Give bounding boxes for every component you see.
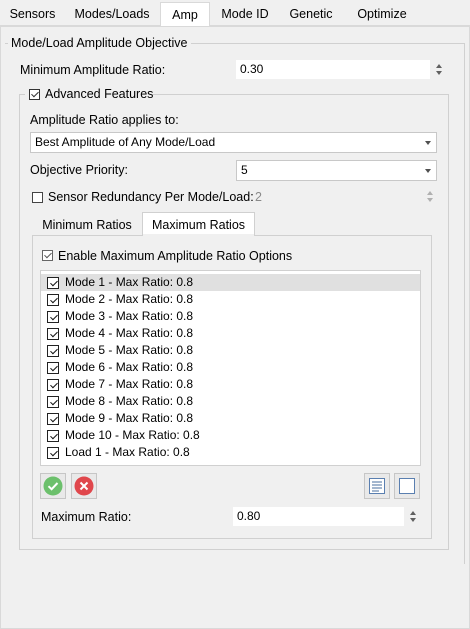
list-item[interactable]: Mode 10 - Max Ratio: 0.8 xyxy=(41,427,420,444)
enable-max-ratio-label: Enable Maximum Amplitude Ratio Options xyxy=(58,249,293,263)
active-subtab-joiner xyxy=(143,234,254,236)
list-item-checkbox[interactable] xyxy=(47,311,59,323)
list-item-checkbox[interactable] xyxy=(47,345,59,357)
sensor-redundancy-value[interactable]: 2 xyxy=(255,190,262,204)
list-item-label: Mode 9 - Max Ratio: 0.8 xyxy=(65,411,194,425)
list-item-checkbox[interactable] xyxy=(47,430,59,442)
sensor-redundancy-label: Sensor Redundancy Per Mode/Load: xyxy=(48,190,254,204)
x-circle-icon xyxy=(74,476,94,496)
advanced-header: Advanced Features xyxy=(25,86,154,102)
list-item-label: Load 1 - Max Ratio: 0.8 xyxy=(65,445,190,459)
reject-button[interactable] xyxy=(71,473,97,499)
list-item-checkbox[interactable] xyxy=(47,294,59,306)
list-item-label: Mode 1 - Max Ratio: 0.8 xyxy=(65,275,194,289)
applies-to-dropdown[interactable]: Best Amplitude of Any Mode/Load xyxy=(30,132,437,153)
applies-to-label: Amplitude Ratio applies to: xyxy=(30,113,179,127)
sensor-redundancy-spinner[interactable] xyxy=(425,187,435,206)
list-item[interactable]: Mode 6 - Max Ratio: 0.8 xyxy=(41,359,420,376)
list-item-checkbox[interactable] xyxy=(47,413,59,425)
advanced-features-checkbox[interactable] xyxy=(29,89,40,100)
list-item-checkbox[interactable] xyxy=(47,447,59,459)
check-circle-icon xyxy=(43,476,63,496)
min-amp-ratio-input[interactable]: 0.30 xyxy=(236,60,430,79)
tab-optimize[interactable]: Optimize xyxy=(346,4,418,25)
list-item-label: Mode 6 - Max Ratio: 0.8 xyxy=(65,360,194,374)
chevron-down-icon xyxy=(425,141,431,145)
list-item[interactable]: Mode 7 - Max Ratio: 0.8 xyxy=(41,376,420,393)
list-item[interactable]: Mode 2 - Max Ratio: 0.8 xyxy=(41,291,420,308)
subtab-maximum-ratios[interactable]: Maximum Ratios xyxy=(142,212,255,236)
list-item[interactable]: Load 1 - Max Ratio: 0.8 xyxy=(41,444,420,461)
tab-amp[interactable]: Amp xyxy=(160,2,210,26)
max-ratio-label: Maximum Ratio: xyxy=(41,510,132,524)
list-item[interactable]: Mode 8 - Max Ratio: 0.8 xyxy=(41,393,420,410)
spin-up-icon[interactable] xyxy=(410,511,416,515)
checked-list-icon xyxy=(369,478,385,494)
select-all-button[interactable] xyxy=(364,473,390,499)
list-item-checkbox[interactable] xyxy=(47,379,59,391)
list-item-label: Mode 5 - Max Ratio: 0.8 xyxy=(65,343,194,357)
spin-up-icon[interactable] xyxy=(427,191,433,195)
tab-genetic[interactable]: Genetic xyxy=(280,4,342,25)
objective-priority-value: 5 xyxy=(241,163,248,177)
max-ratio-input[interactable]: 0.80 xyxy=(233,507,404,526)
objective-priority-dropdown[interactable]: 5 xyxy=(236,160,437,181)
max-ratio-list[interactable]: Mode 1 - Max Ratio: 0.8 Mode 2 - Max Rat… xyxy=(40,270,421,466)
list-item-label: Mode 8 - Max Ratio: 0.8 xyxy=(65,394,194,408)
spin-up-icon[interactable] xyxy=(436,64,442,68)
advanced-features-label: Advanced Features xyxy=(45,87,154,101)
applies-to-value: Best Amplitude of Any Mode/Load xyxy=(35,135,216,149)
spin-down-icon[interactable] xyxy=(436,71,442,75)
spin-down-icon[interactable] xyxy=(410,518,416,522)
list-item-checkbox[interactable] xyxy=(47,362,59,374)
clear-all-button[interactable] xyxy=(394,473,420,499)
list-item-label: Mode 4 - Max Ratio: 0.8 xyxy=(65,326,194,340)
enable-max-ratio-checkbox[interactable] xyxy=(42,250,53,261)
objective-priority-label: Objective Priority: xyxy=(30,163,128,177)
sensor-redundancy-checkbox[interactable] xyxy=(32,192,43,203)
list-item[interactable]: Mode 5 - Max Ratio: 0.8 xyxy=(41,342,420,359)
subtab-minimum-ratios[interactable]: Minimum Ratios xyxy=(34,214,140,236)
list-item[interactable]: Mode 1 - Max Ratio: 0.8 xyxy=(41,274,420,291)
list-item-label: Mode 2 - Max Ratio: 0.8 xyxy=(65,292,194,306)
accept-button[interactable] xyxy=(40,473,66,499)
min-amp-ratio-label: Minimum Amplitude Ratio: xyxy=(20,63,166,77)
chevron-down-icon xyxy=(425,169,431,173)
tab-modes-loads[interactable]: Modes/Loads xyxy=(64,4,160,25)
list-item-label: Mode 10 - Max Ratio: 0.8 xyxy=(65,428,200,442)
list-item[interactable]: Mode 9 - Max Ratio: 0.8 xyxy=(41,410,420,427)
list-item-checkbox[interactable] xyxy=(47,328,59,340)
max-ratio-spinner[interactable] xyxy=(408,507,418,526)
list-item-checkbox[interactable] xyxy=(47,396,59,408)
list-item[interactable]: Mode 3 - Max Ratio: 0.8 xyxy=(41,308,420,325)
tab-sensors[interactable]: Sensors xyxy=(4,4,61,25)
tab-mode-id[interactable]: Mode ID xyxy=(214,4,276,25)
empty-square-icon xyxy=(399,478,415,494)
min-amp-ratio-spinner[interactable] xyxy=(434,60,444,79)
list-item-checkbox[interactable] xyxy=(47,277,59,289)
main-tab-bar: Sensors Modes/Loads Amp Mode ID Genetic … xyxy=(0,0,470,26)
amplitude-group-title: Mode/Load Amplitude Objective xyxy=(8,36,191,50)
list-item-label: Mode 3 - Max Ratio: 0.8 xyxy=(65,309,194,323)
spin-down-icon[interactable] xyxy=(427,198,433,202)
list-item-label: Mode 7 - Max Ratio: 0.8 xyxy=(65,377,194,391)
list-item[interactable]: Mode 4 - Max Ratio: 0.8 xyxy=(41,325,420,342)
